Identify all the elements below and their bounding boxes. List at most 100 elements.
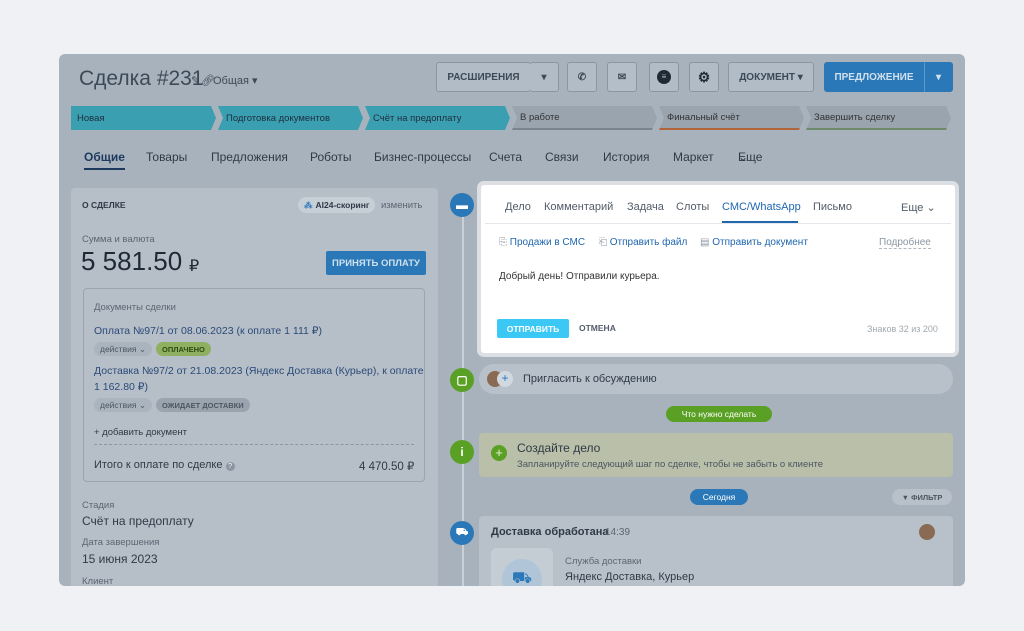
stage-label: Завершить сделку: [814, 111, 896, 123]
change-link[interactable]: изменить: [381, 200, 422, 211]
stage-new[interactable]: Новая: [71, 106, 216, 130]
document-icon: ▤: [700, 237, 710, 248]
stage-label: Стадия: [82, 500, 115, 511]
tab-email[interactable]: Письмо: [813, 201, 852, 213]
sms-sales-label: Продажи в СМС: [509, 237, 586, 248]
document-button[interactable]: ДОКУМЕНТ ▾: [728, 62, 814, 92]
stage-label: Счёт на предоплату: [373, 112, 462, 124]
truck-icon: ⛟: [502, 559, 542, 586]
currency-symbol: ₽: [189, 258, 200, 275]
status-badge: ОПЛАЧЕНО: [156, 342, 211, 356]
add-document-link[interactable]: + добавить документ: [94, 427, 187, 438]
phone-button[interactable]: ✆: [567, 62, 597, 92]
divider: [485, 223, 951, 224]
chat-icon: ≡: [657, 70, 671, 84]
stage-label: В работе: [520, 111, 560, 123]
gear-icon: ⚙: [697, 68, 711, 85]
tab-task[interactable]: Дело: [505, 201, 531, 213]
truck-icon: ⛟: [450, 521, 474, 545]
filter-label: ФИЛЬТР: [911, 492, 943, 502]
category-label: Общая: [213, 75, 249, 87]
scoring-badge[interactable]: ⁂ AI24-скоринг: [298, 197, 376, 213]
tab-robots[interactable]: Роботы: [310, 150, 352, 164]
tab-sms-whatsapp[interactable]: СМС/WhatsApp: [722, 201, 801, 213]
mail-button[interactable]: ✉: [607, 62, 637, 92]
document-link-payment[interactable]: Оплата №97/1 от 08.06.2023 (к оплате 1 1…: [94, 325, 322, 337]
plus-icon[interactable]: +: [497, 371, 513, 387]
chat-bubble-icon: ▬: [450, 193, 474, 217]
divider: [94, 444, 414, 445]
sum-label: Сумма и валюта: [82, 234, 155, 245]
service-label: Служба доставки: [565, 556, 642, 567]
accept-payment-button[interactable]: ПРИНЯТЬ ОПЛАТУ: [326, 251, 426, 275]
sms-sales-link[interactable]: ⎘ Продажи в СМС: [499, 237, 585, 248]
send-button[interactable]: ОТПРАВИТЬ: [497, 319, 569, 338]
invite-bar[interactable]: + Пригласить к обсуждению: [479, 364, 953, 394]
document-label: ДОКУМЕНТ: [739, 71, 795, 83]
create-task-card[interactable]: + Создайте дело Запланируйте следующий ш…: [479, 433, 953, 477]
deal-info-panel: О СДЕЛКЕ ⁂ AI24-скоринг изменить Сумма и …: [71, 188, 438, 586]
filter-button[interactable]: ▼ ФИЛЬТР: [892, 489, 952, 505]
tab-more[interactable]: Еще ⌄: [901, 201, 936, 214]
offer-button[interactable]: ПРЕДЛОЖЕНИЕ: [824, 62, 924, 92]
tab-general[interactable]: Общие: [84, 150, 125, 170]
todo-badge: Что нужно сделать: [666, 406, 772, 422]
tab-invoices[interactable]: Счета: [489, 150, 522, 164]
pencil-icon[interactable]: ✎: [191, 74, 200, 87]
category-select[interactable]: Общая ▾: [213, 74, 258, 87]
tab-offers[interactable]: Предложения: [211, 150, 288, 164]
tab-todo[interactable]: Задача: [627, 201, 664, 213]
more-details-link[interactable]: Подробнее: [879, 237, 931, 249]
actions-dropdown[interactable]: действия ⌄: [94, 398, 152, 412]
chat-button[interactable]: ≡: [649, 62, 679, 92]
delivery-card: Доставка обработана 14:39 ⛟ Служба доста…: [479, 516, 953, 586]
stage-docs[interactable]: Подготовка документов: [218, 106, 363, 130]
help-icon[interactable]: ?: [225, 462, 235, 471]
actions-dropdown[interactable]: действия ⌄: [94, 342, 152, 356]
deal-documents: Документы сделки Оплата №97/1 от 08.06.2…: [83, 288, 425, 482]
add-task-icon[interactable]: +: [491, 445, 507, 461]
stage-final-invoice[interactable]: Финальный счёт: [659, 106, 804, 130]
settings-button[interactable]: ⚙: [689, 62, 719, 92]
document-link-delivery-amount[interactable]: 1 162.80 ₽): [94, 381, 148, 393]
date-label: Дата завершения: [82, 537, 160, 548]
page-title: Сделка #231: [79, 67, 204, 90]
comment-icon: ▢: [450, 368, 474, 392]
create-task-hint: Запланируйте следующий шаг по сделке, чт…: [517, 459, 824, 470]
invite-label: Пригласить к обсуждению: [523, 373, 657, 385]
tab-business-processes[interactable]: Бизнес-процессы: [374, 150, 471, 164]
docs-title: Документы сделки: [94, 302, 176, 313]
actions-label: действия: [100, 344, 137, 354]
send-document-link[interactable]: ▤ Отправить документ: [700, 237, 808, 248]
section-title: О СДЕЛКЕ: [82, 200, 126, 210]
offer-dropdown-button[interactable]: ▾: [924, 62, 953, 92]
info-icon: i: [450, 440, 474, 464]
delivery-time: 14:39: [605, 527, 631, 538]
cancel-button[interactable]: ОТМЕНА: [579, 323, 616, 333]
more-label: Еще: [901, 202, 924, 214]
tab-links[interactable]: Связи: [545, 150, 579, 164]
service-value: Яндекс Доставка, Курьер: [565, 571, 695, 583]
scoring-label: AI24-скоринг: [315, 200, 370, 210]
tab-slots[interactable]: Слоты: [676, 201, 709, 213]
chevron-down-icon: ⌄: [738, 150, 749, 164]
send-document-label: Отправить документ: [712, 237, 808, 248]
activity-composer: Дело Комментарий Задача Слоты СМС/WhatsA…: [481, 185, 955, 353]
tab-market[interactable]: Маркет: [673, 150, 714, 164]
create-task-title: Создайте дело: [517, 441, 601, 455]
stage-value[interactable]: Счёт на предоплату: [82, 514, 194, 528]
total-value: 4 470.50 ₽: [359, 461, 415, 473]
document-link-delivery[interactable]: Доставка №97/2 от 21.08.2023 (Яндекс Дос…: [94, 365, 424, 377]
stage-bar: Новая Подготовка документов Счёт на пред…: [71, 106, 951, 130]
tab-products[interactable]: Товары: [146, 150, 187, 164]
message-text: Добрый день! Отправили курьера.: [499, 271, 660, 282]
send-file-link[interactable]: ⎗ Отправить файл: [599, 237, 687, 248]
stage-finish[interactable]: Завершить сделку: [806, 106, 951, 130]
extensions-button[interactable]: РАСШИРЕНИЯ: [436, 62, 531, 92]
stage-prepayment[interactable]: Счёт на предоплату: [365, 106, 510, 130]
extensions-dropdown-button[interactable]: ▾: [530, 62, 559, 92]
tab-comment[interactable]: Комментарий: [544, 201, 613, 213]
stage-in-work[interactable]: В работе: [512, 106, 657, 130]
tab-history[interactable]: История: [603, 150, 650, 164]
date-value[interactable]: 15 июня 2023: [82, 552, 158, 566]
